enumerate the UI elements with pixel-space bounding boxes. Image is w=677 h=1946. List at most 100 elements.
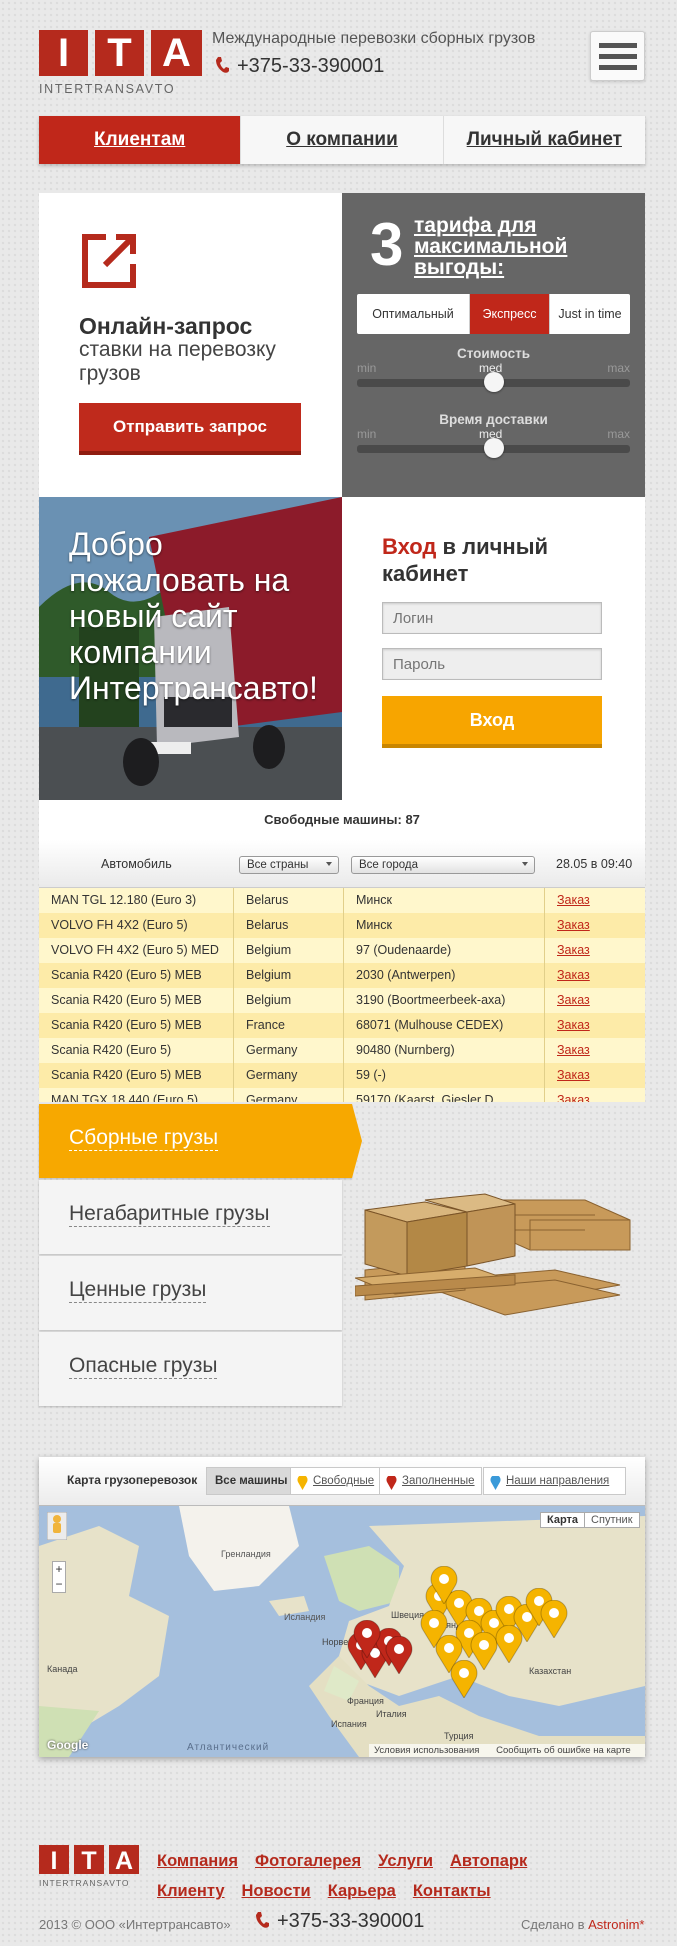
send-request-button[interactable]: Отправить запрос [79,403,301,455]
footer-link-contacts[interactable]: Контакты [413,1876,491,1906]
cost-slider: Стоимость min med max [357,346,630,392]
filter-occupied[interactable]: Заполненные [379,1467,482,1495]
cell-order-link[interactable]: Заказ [544,938,590,963]
tariff-tabs: Оптимальный Экспресс Just in time [357,294,630,334]
footer-phone[interactable]: +375-33-390001 [255,1910,424,1933]
city-select[interactable]: Все города [351,856,535,874]
report-error-link[interactable]: Сообщить об ошибке на карте [496,1745,631,1756]
tab-just-in-time[interactable]: Just in time [549,294,630,334]
footer-link-gallery[interactable]: Фотогалерея [255,1846,361,1876]
slider-track[interactable] [357,438,630,458]
nav-item-cabinet[interactable]: Личный кабинет [442,116,645,164]
table-row: Scania R420 (Euro 5) MEB Belgium 2030 (Ant… [39,963,645,988]
logo-letter: T [95,30,144,76]
map-pin-icon[interactable] [420,1609,448,1649]
table-row: Scania R420 (Euro 5) MEB Belgium 3190 (Boo… [39,988,645,1013]
blue-pin-icon [490,1474,501,1490]
footer-link-services[interactable]: Услуги [378,1846,433,1876]
cell-order-link[interactable]: Заказ [544,1038,590,1063]
pallets-image [355,1193,631,1316]
filter-all-trucks[interactable]: Все машины [206,1467,295,1495]
filter-directions[interactable]: Наши направления [483,1467,626,1495]
map-toolbar: Карта грузоперевозок Все машины Свободны… [39,1457,645,1506]
category-oversized[interactable]: Негабаритные грузы [39,1180,342,1254]
terms-link[interactable]: Условия использования [374,1745,479,1756]
category-valuable[interactable]: Ценные грузы [39,1256,342,1330]
login-title: Вход в личный кабинет [382,534,549,586]
cell-vehicle: Scania R420 (Euro 5) MEB [51,1018,202,1032]
slider-handle[interactable] [483,372,504,392]
cell-order-link[interactable]: Заказ [544,1063,590,1088]
cell-vehicle: Scania R420 (Euro 5) MEB [51,968,202,982]
table-row: Scania R420 (Euro 5) MEB Germany 59 (-) Зак… [39,1063,645,1088]
slider-min-label: min [357,427,377,441]
filter-free[interactable]: Свободные [290,1467,382,1495]
made-by-link[interactable]: Astronim* [588,1917,644,1932]
login-button[interactable]: Вход [382,696,602,748]
cell-country: Belarus [233,888,288,913]
cell-order-link[interactable]: Заказ [544,988,590,1013]
cargo-categories: Сборные грузы Негабаритные грузы Ценные … [39,1104,362,1406]
footer-link-career[interactable]: Карьера [328,1876,396,1906]
cell-country: Belgium [233,938,291,963]
welcome-text: Добро пожаловать на новый сайт компании … [69,526,318,706]
cell-order-link[interactable]: Заказ [544,963,590,988]
footer-link-client[interactable]: Клиенту [157,1876,225,1906]
map-pin-icon[interactable] [430,1565,458,1605]
google-logo: Google [47,1738,89,1752]
svg-text:T: T [81,1847,96,1875]
logo[interactable]: I T A INTERTRANSAVTO [39,30,202,98]
cell-order-link[interactable]: Заказ [544,913,590,938]
cell-order-link[interactable]: Заказ [544,888,590,913]
tab-express[interactable]: Экспресс [469,294,549,334]
cell-vehicle: Scania R420 (Euro 5) [51,1043,172,1057]
cell-city: 68071 (Mulhouse CEDEX) [343,1013,503,1038]
yellow-pin-icon [297,1474,308,1490]
cell-country: Belgium [233,963,291,988]
slider-track[interactable] [357,372,630,392]
map-pin-icon[interactable] [353,1619,381,1659]
cell-vehicle: Scania R420 (Euro 5) MEB [51,993,202,1007]
made-by: Сделано в Astronim* [521,1917,645,1932]
footer-link-company[interactable]: Компания [157,1846,238,1876]
header-phone-number: +375-33-390001 [237,55,385,77]
slogan: Международные перевозки сборных грузов [212,30,536,47]
footer-link-fleet[interactable]: Автопарк [450,1846,527,1876]
password-input[interactable] [382,648,602,680]
tariff-title[interactable]: тарифа для максимальной выгоды: [414,215,629,278]
footer-logo[interactable]: I T A INTERTRANSAVTO [39,1845,139,1889]
map-pin-icon[interactable] [495,1624,523,1664]
map-pin-icon[interactable] [540,1599,568,1639]
menu-button[interactable] [590,31,645,81]
map-pin-icon[interactable] [385,1635,413,1675]
logo-letter: I [39,30,88,76]
slider-label: Стоимость [456,346,531,361]
map-canvas[interactable]: + − Карта Спутник Гренландия Исландия Шв… [39,1506,645,1757]
header-phone[interactable]: +375-33-390001 [215,55,384,78]
nav-item-clients[interactable]: Клиентам [39,116,241,164]
cargo-map: Карта грузоперевозок Все машины Свободны… [39,1457,645,1757]
phone-icon [256,1912,269,1928]
free-trucks-table: Свободные машины: 87 Автомобиль Все стра… [39,800,645,1102]
cell-city: Минск [343,913,392,938]
table-row: MAN TGX 18.440 (Euro 5) Germany 59170 (Kaa… [39,1088,645,1102]
map-pin-icon[interactable] [450,1659,478,1699]
external-link-icon [82,234,136,288]
request-title: Онлайн-запрос [79,313,253,339]
cell-vehicle: MAN TGL 12.180 (Euro 3) [51,893,197,907]
slider-min-label: min [357,361,377,375]
cell-city: 2030 (Antwerpen) [343,963,455,988]
login-input[interactable] [382,602,602,634]
slider-handle[interactable] [483,438,504,458]
category-consolidated[interactable]: Сборные грузы [39,1104,362,1178]
nav-item-about[interactable]: О компании [240,116,442,164]
cell-city: 3190 (Boortmeerbeek-axa) [343,988,505,1013]
tariffs-panel: 3 тарифа для максимальной выгоды: Оптима… [342,193,645,497]
country-select[interactable]: Все страны [239,856,339,874]
footer-link-news[interactable]: Новости [242,1876,311,1906]
cell-order-link[interactable]: Заказ [544,1013,590,1038]
tariff-count: 3 [370,211,404,278]
category-dangerous[interactable]: Опасные грузы [39,1332,342,1406]
tab-optimal[interactable]: Оптимальный [357,294,469,334]
cell-order-link[interactable]: Заказ [544,1088,590,1102]
